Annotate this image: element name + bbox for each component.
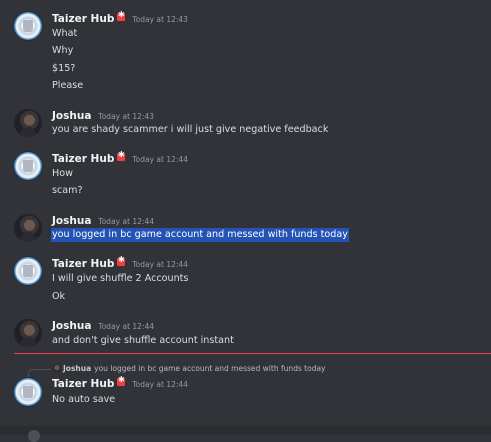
- user-avatar[interactable]: [14, 152, 42, 180]
- user-avatar[interactable]: [14, 378, 42, 406]
- user-avatar[interactable]: [14, 257, 42, 285]
- bottom-strip: [0, 426, 491, 435]
- username[interactable]: Taizer Hub: [52, 378, 114, 390]
- message-text: No auto save: [52, 394, 116, 405]
- username[interactable]: Taizer Hub: [52, 258, 114, 270]
- user-avatar[interactable]: [14, 12, 42, 40]
- role-badge-icon: [117, 150, 126, 161]
- username[interactable]: Taizer Hub: [52, 13, 114, 25]
- message-text: Please: [52, 80, 84, 91]
- message-text: $15?: [52, 63, 76, 74]
- message-text: Ok: [52, 291, 66, 302]
- message-header: Joshua Today at 12:44: [52, 320, 154, 332]
- reply-author[interactable]: Joshua: [63, 364, 91, 373]
- timestamp: Today at 12:43: [132, 15, 188, 24]
- message-text: What: [52, 28, 78, 39]
- timestamp: Today at 12:44: [132, 380, 188, 389]
- username[interactable]: Joshua: [52, 110, 91, 122]
- user-avatar[interactable]: [14, 319, 42, 347]
- user-avatar[interactable]: [14, 109, 42, 137]
- partial-avatar: [28, 430, 40, 442]
- user-avatar[interactable]: [14, 214, 42, 242]
- timestamp: Today at 12:44: [98, 322, 155, 331]
- message-text: I will give shuffle 2 Accounts: [52, 273, 189, 284]
- message-header: Joshua Today at 12:43: [52, 110, 154, 122]
- timestamp: Today at 12:43: [98, 112, 155, 121]
- message-header: Taizer Hub Today at 12:44: [52, 255, 188, 270]
- message-header: Taizer Hub Today at 12:44: [52, 150, 188, 165]
- role-badge-icon: [117, 255, 126, 266]
- message-text: How: [52, 168, 73, 179]
- timestamp: Today at 12:44: [98, 217, 155, 226]
- reply-reference[interactable]: Joshua you logged in bc game account and…: [52, 364, 326, 373]
- reply-text[interactable]: you logged in bc game account and messed…: [94, 364, 325, 373]
- message-text: and don't give shuffle account instant: [52, 335, 234, 346]
- message-header: Taizer Hub Today at 12:43: [52, 10, 188, 25]
- new-messages-divider: [14, 353, 491, 354]
- reply-avatar: [52, 364, 61, 373]
- timestamp: Today at 12:44: [132, 260, 188, 269]
- message-text: you are shady scammer i will just give n…: [52, 124, 329, 135]
- message-header: Joshua Today at 12:44: [52, 215, 154, 227]
- username[interactable]: Taizer Hub: [52, 153, 114, 165]
- timestamp: Today at 12:44: [132, 155, 188, 164]
- role-badge-icon: [117, 375, 126, 386]
- message-text: scam?: [52, 185, 83, 196]
- message-text: Why: [52, 45, 74, 56]
- highlighted-message-text: you logged in bc game account and messed…: [51, 228, 349, 242]
- username[interactable]: Joshua: [52, 320, 91, 332]
- role-badge-icon: [117, 10, 126, 21]
- message-header: Taizer Hub Today at 12:44: [52, 375, 188, 390]
- username[interactable]: Joshua: [52, 215, 91, 227]
